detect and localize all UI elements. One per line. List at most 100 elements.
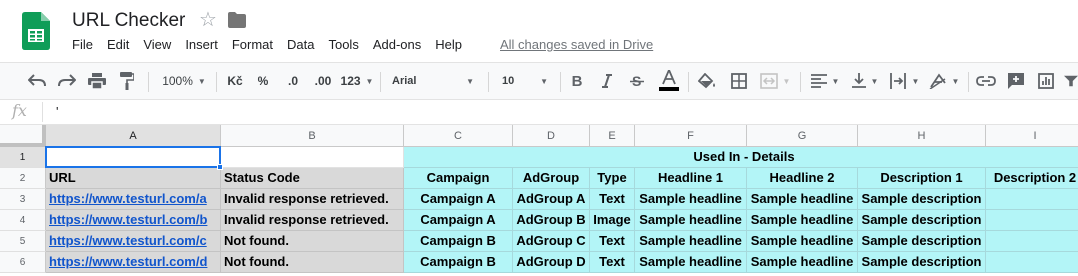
cell-h3[interactable]: Sample description <box>858 189 986 210</box>
cell-g3[interactable]: Sample headline <box>747 189 858 210</box>
insert-comment-icon[interactable] <box>1004 63 1028 99</box>
cell-i4[interactable] <box>986 210 1078 231</box>
cell-h4[interactable]: Sample description <box>858 210 986 231</box>
cell-a4[interactable]: https://www.testurl.com/b <box>46 210 221 231</box>
zoom-select[interactable]: 100% ▼ <box>156 63 212 99</box>
cell-g4[interactable]: Sample headline <box>747 210 858 231</box>
text-rotation-icon[interactable]: ▼ <box>926 63 962 99</box>
text-color-icon[interactable] <box>657 63 681 99</box>
row-header-4[interactable]: 4 <box>0 210 46 231</box>
row-header-5[interactable]: 5 <box>0 231 46 252</box>
merged-header-used-in-details[interactable]: Used In - Details <box>404 147 1078 168</box>
fill-handle[interactable] <box>217 164 223 170</box>
cell-d6[interactable]: AdGroup D <box>513 252 590 273</box>
cell-b6[interactable]: Not found. <box>221 252 404 273</box>
cell-f4[interactable]: Sample headline <box>635 210 747 231</box>
select-all-corner[interactable] <box>0 125 46 147</box>
header-cell-g[interactable]: Headline 2 <box>747 168 858 189</box>
cell-a6[interactable]: https://www.testurl.com/d <box>46 252 221 273</box>
document-title[interactable]: URL Checker <box>72 10 185 32</box>
strikethrough-icon[interactable]: S <box>626 63 648 99</box>
cell-g5[interactable]: Sample headline <box>747 231 858 252</box>
font-family-select[interactable]: Arial ▼ <box>386 63 480 99</box>
header-cell-c[interactable]: Campaign <box>404 168 513 189</box>
menu-insert[interactable]: Insert <box>185 37 218 52</box>
fill-color-icon[interactable] <box>696 63 718 99</box>
menu-help[interactable]: Help <box>435 37 462 52</box>
column-header-c[interactable]: C <box>404 125 513 147</box>
header-cell-f[interactable]: Headline 1 <box>635 168 747 189</box>
menu-file[interactable]: File <box>72 37 93 52</box>
cell-c6[interactable]: Campaign B <box>404 252 513 273</box>
vertical-align-icon[interactable]: ▼ <box>848 63 882 99</box>
menu-edit[interactable]: Edit <box>107 37 129 52</box>
cell-i3[interactable] <box>986 189 1078 210</box>
cell-g6[interactable]: Sample headline <box>747 252 858 273</box>
cell-i5[interactable] <box>986 231 1078 252</box>
cell-b3[interactable]: Invalid response retrieved. <box>221 189 404 210</box>
sheets-logo-icon[interactable] <box>22 12 50 50</box>
cell-e4[interactable]: Image <box>590 210 635 231</box>
cell-b1[interactable] <box>221 147 404 168</box>
cell-e3[interactable]: Text <box>590 189 635 210</box>
increase-decimals-button[interactable]: .00 <box>310 63 336 99</box>
cell-e5[interactable]: Text <box>590 231 635 252</box>
row-header-2[interactable]: 2 <box>0 168 46 189</box>
italic-icon[interactable] <box>596 63 618 99</box>
menu-format[interactable]: Format <box>232 37 273 52</box>
borders-icon[interactable] <box>728 63 750 99</box>
decrease-decimals-button[interactable]: .0 <box>280 63 306 99</box>
column-header-d[interactable]: D <box>513 125 590 147</box>
cell-d5[interactable]: AdGroup C <box>513 231 590 252</box>
insert-link-icon[interactable] <box>974 63 998 99</box>
column-header-b[interactable]: B <box>221 125 404 147</box>
cell-a5[interactable]: https://www.testurl.com/c <box>46 231 221 252</box>
column-header-h[interactable]: H <box>858 125 986 147</box>
redo-icon[interactable] <box>56 63 78 99</box>
column-header-a[interactable]: A <box>46 125 221 147</box>
cell-f5[interactable]: Sample headline <box>635 231 747 252</box>
font-size-select[interactable]: 10 ▼ <box>496 63 554 99</box>
cell-b4[interactable]: Invalid response retrieved. <box>221 210 404 231</box>
header-cell-e[interactable]: Type <box>590 168 635 189</box>
folder-icon[interactable] <box>228 12 246 28</box>
cell-f6[interactable]: Sample headline <box>635 252 747 273</box>
cell-i6[interactable] <box>986 252 1078 273</box>
formula-input[interactable]: ' <box>56 104 58 119</box>
undo-icon[interactable] <box>26 63 48 99</box>
column-header-e[interactable]: E <box>590 125 635 147</box>
insert-chart-icon[interactable] <box>1034 63 1058 99</box>
row-header-1[interactable]: 1 <box>0 147 46 168</box>
cell-h6[interactable]: Sample description <box>858 252 986 273</box>
merge-cells-icon[interactable]: ▼ <box>758 63 792 99</box>
cell-e6[interactable]: Text <box>590 252 635 273</box>
header-cell-h[interactable]: Description 1 <box>858 168 986 189</box>
row-header-6[interactable]: 6 <box>0 252 46 273</box>
cell-c4[interactable]: Campaign A <box>404 210 513 231</box>
header-cell-a[interactable]: URL <box>46 168 221 189</box>
cell-b5[interactable]: Not found. <box>221 231 404 252</box>
more-formats-select[interactable]: 123 ▼ <box>340 63 374 99</box>
column-header-f[interactable]: F <box>635 125 747 147</box>
cell-c5[interactable]: Campaign B <box>404 231 513 252</box>
currency-format-button[interactable]: Kč <box>222 63 248 99</box>
save-status-link[interactable]: All changes saved in Drive <box>500 37 653 52</box>
menu-add-ons[interactable]: Add-ons <box>373 37 421 52</box>
cell-d4[interactable]: AdGroup B <box>513 210 590 231</box>
percent-format-button[interactable]: % <box>252 63 274 99</box>
header-cell-b[interactable]: Status Code <box>221 168 404 189</box>
column-header-i[interactable]: I <box>986 125 1078 147</box>
cell-a3[interactable]: https://www.testurl.com/a <box>46 189 221 210</box>
menu-view[interactable]: View <box>143 37 171 52</box>
cell-d3[interactable]: AdGroup A <box>513 189 590 210</box>
menu-data[interactable]: Data <box>287 37 314 52</box>
cell-h5[interactable]: Sample description <box>858 231 986 252</box>
cell-a1[interactable] <box>46 147 221 168</box>
menu-tools[interactable]: Tools <box>328 37 358 52</box>
text-wrap-icon[interactable]: ▼ <box>886 63 922 99</box>
print-icon[interactable] <box>86 63 108 99</box>
horizontal-align-icon[interactable]: ▼ <box>808 63 842 99</box>
column-header-g[interactable]: G <box>747 125 858 147</box>
header-cell-d[interactable]: AdGroup <box>513 168 590 189</box>
paint-format-icon[interactable] <box>116 63 138 99</box>
